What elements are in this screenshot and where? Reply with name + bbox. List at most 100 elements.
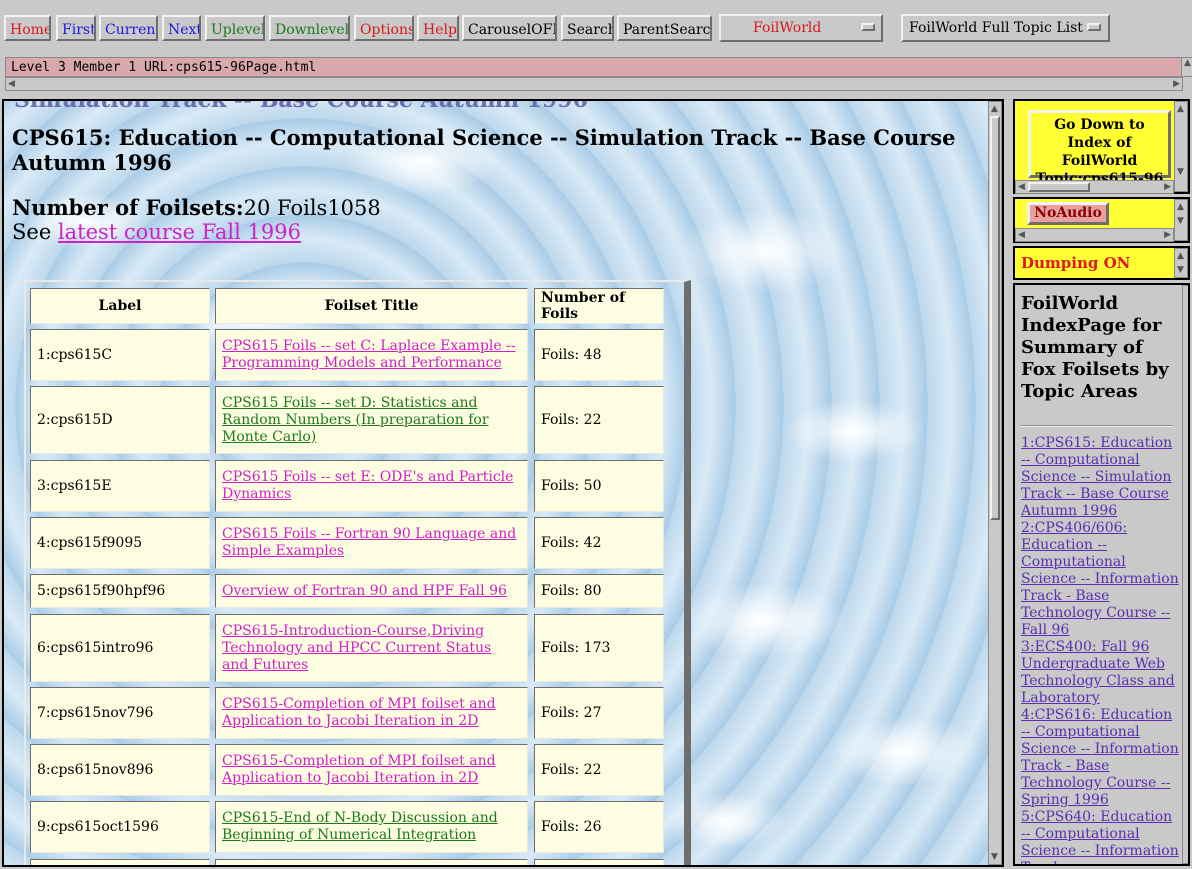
row-title: CPS615 Foils -- set E: ODE's and Particl… [215, 460, 528, 512]
row-title: CPS615-Completion of MPI foilset and App… [215, 744, 528, 796]
main-scroll-thumb[interactable] [990, 116, 1000, 520]
scroll-down-icon: ▼ [1177, 167, 1184, 177]
next-button[interactable]: Next [162, 15, 201, 41]
scroll-left-icon: ◀ [8, 79, 15, 89]
foilset-link[interactable]: CPS615 Foils -- set E: ODE's and Particl… [222, 469, 521, 503]
foilset-count: Number of Foilsets:20 Foils1058 [12, 195, 381, 221]
scroll-left-icon: ◀ [1018, 182, 1025, 192]
options-button[interactable]: Options [354, 15, 414, 41]
row-foils: Foils: 22 [534, 744, 664, 796]
row-label: 8:cps615nov896 [30, 744, 210, 796]
topic-link[interactable]: 1:CPS615: Education -- Computational Sci… [1021, 435, 1181, 520]
topic-link[interactable]: 5:CPS640: Education -- Computational Sci… [1021, 809, 1181, 864]
foilset-link[interactable]: CPS615-End of N-Body Discussion and Begi… [222, 810, 521, 844]
row-foils: Foils: 173 [534, 614, 664, 682]
dumping-frame: Dumping ON ▲ ▼ [1013, 246, 1190, 280]
topic-link[interactable]: 2:CPS406/606: Education -- Computational… [1021, 520, 1181, 639]
row-label: 1:cps615C [30, 329, 210, 381]
foilset-link[interactable]: CPS615 Foils -- Fortran 90 Language and … [222, 526, 521, 560]
audio-frame: NoAudio ◀ ▶ ▲ ▼ [1013, 197, 1190, 243]
foilset-link[interactable]: Overview of Fortran 90 and HPF Fall 96 [222, 583, 507, 600]
scroll-down-icon: ▼ [1177, 265, 1184, 275]
latest-course-link[interactable]: latest course Fall 1996 [58, 220, 301, 244]
scroll-down-icon: ▼ [991, 852, 998, 862]
row-label: 3:cps615E [30, 460, 210, 512]
main-content: Simulation Track -- Base Course Autumn 1… [4, 101, 988, 865]
see-prefix: See [12, 220, 58, 244]
world-select-value: FoilWorld [753, 20, 822, 36]
foilset-link[interactable]: CPS615-Introduction-Course,Driving Techn… [222, 623, 521, 674]
topic-list: 1:CPS615: Education -- Computational Sci… [1021, 435, 1181, 864]
dropdown-handle-icon [1087, 23, 1101, 31]
row-title: CPS615 Foils -- set D: Statistics and Ra… [215, 386, 528, 454]
foilset-link[interactable]: CPS615 Foils -- set D: Statistics and Ra… [222, 395, 521, 446]
scroll-up-icon: ▲ [1177, 251, 1184, 261]
parent-search-button[interactable]: ParentSearch [617, 15, 712, 41]
scroll-right-icon: ▶ [1164, 182, 1171, 192]
row-title: Overview of Fortran 90 and HPF Fall 96 [215, 574, 528, 608]
row-foils: Foils: 50 [534, 460, 664, 512]
go-down-to-index-button[interactable]: Go Down to Index of FoilWorld Topic:cps6… [1028, 110, 1171, 187]
uplevel-button[interactable]: Uplevel [205, 15, 265, 41]
row-foils: Foils: 42 [534, 517, 664, 569]
index-frame: Go Down to Index of FoilWorld Topic:cps6… [1013, 99, 1190, 194]
url-bar-vscrollbar[interactable]: ▲ [1181, 57, 1192, 77]
topic-list-frame: FoilWorld IndexPage for Summary of Fox F… [1013, 283, 1190, 866]
topic-select-value: FoilWorld Full Topic List [909, 20, 1083, 36]
noaudio-button[interactable]: NoAudio [1027, 202, 1109, 225]
topic-list-title: FoilWorld IndexPage for Summary of Fox F… [1021, 293, 1169, 402]
index-scroll-thumb[interactable] [1028, 182, 1090, 192]
row-title: CPS615 Foils -- Fortran 90 Language and … [215, 517, 528, 569]
main-vscrollbar[interactable]: ▲ ▼ [988, 101, 1002, 865]
row-label: 4:cps615f9095 [30, 517, 210, 569]
foilset-link[interactable]: CPS615-Completion of MPI foilset and App… [222, 696, 521, 730]
row-foils [534, 859, 664, 865]
audio-frame-hscrollbar[interactable]: ◀ ▶ [1015, 228, 1174, 242]
row-title: CPS615 Foils -- set C: Laplace Example -… [215, 329, 528, 381]
scroll-right-icon: ▶ [1173, 79, 1180, 89]
header-foilset-title: Foilset Title [215, 288, 528, 324]
header-number-of-foils: Number of Foils [534, 288, 664, 324]
row-title: CPS615-Completion of MPI foilset and App… [215, 687, 528, 739]
row-foils: Foils: 48 [534, 329, 664, 381]
row-label: 2:cps615D [30, 386, 210, 454]
row-title [215, 859, 528, 865]
row-label: 5:cps615f90hpf96 [30, 574, 210, 608]
row-foils: Foils: 22 [534, 386, 664, 454]
topic-link[interactable]: 3:ECS400: Fall 96 Undergraduate Web Tech… [1021, 639, 1181, 707]
downlevel-button[interactable]: Downlevel [269, 15, 350, 41]
see-latest-line: See latest course Fall 1996 [12, 220, 301, 244]
scroll-left-icon: ◀ [1018, 230, 1025, 240]
topic-list-vscrollbar[interactable] [1182, 285, 1188, 864]
topic-select[interactable]: FoilWorld Full Topic List [901, 14, 1110, 42]
url-bar-hscrollbar[interactable]: ◀ ▶ [5, 77, 1183, 91]
toolbar: Home First Current Next Uplevel Downleve… [0, 0, 1192, 56]
scroll-up-icon: ▲ [1184, 58, 1191, 68]
topic-link[interactable]: 4:CPS616: Education -- Computational Sci… [1021, 707, 1181, 809]
world-select[interactable]: FoilWorld [719, 14, 883, 42]
home-button[interactable]: Home [4, 15, 51, 41]
foilset-count-value: 20 Foils1058 [243, 196, 381, 220]
first-button[interactable]: First [56, 15, 96, 41]
audio-frame-vscrollbar[interactable]: ▲ ▼ [1174, 199, 1188, 241]
foilset-count-label: Number of Foilsets: [12, 195, 244, 220]
carousel-off-button[interactable]: CarouselOFF [462, 15, 557, 41]
url-bar: Level 3 Member 1 URL:cps615-96Page.html [5, 57, 1183, 77]
scroll-up-icon: ▲ [1177, 104, 1184, 114]
help-button[interactable]: Help [417, 15, 459, 41]
scroll-up-icon: ▲ [1177, 202, 1184, 212]
foilset-link[interactable]: CPS615 Foils -- set C: Laplace Example -… [222, 338, 521, 372]
foilset-link[interactable]: CPS615-Completion of MPI foilset and App… [222, 753, 521, 787]
row-label: 6:cps615intro96 [30, 614, 210, 682]
search-button[interactable]: Search [561, 15, 614, 41]
index-frame-vscrollbar[interactable]: ▲ ▼ [1174, 101, 1188, 192]
row-label: 7:cps615nov796 [30, 687, 210, 739]
header-label: Label [30, 288, 210, 324]
row-label [30, 859, 210, 865]
dumping-frame-vscrollbar[interactable]: ▲ ▼ [1174, 248, 1188, 278]
index-frame-hscrollbar[interactable]: ◀ ▶ [1015, 180, 1174, 194]
scroll-right-icon: ▶ [1164, 230, 1171, 240]
row-title: CPS615-End of N-Body Discussion and Begi… [215, 801, 528, 853]
row-foils: Foils: 80 [534, 574, 664, 608]
current-button[interactable]: Current [99, 15, 158, 41]
